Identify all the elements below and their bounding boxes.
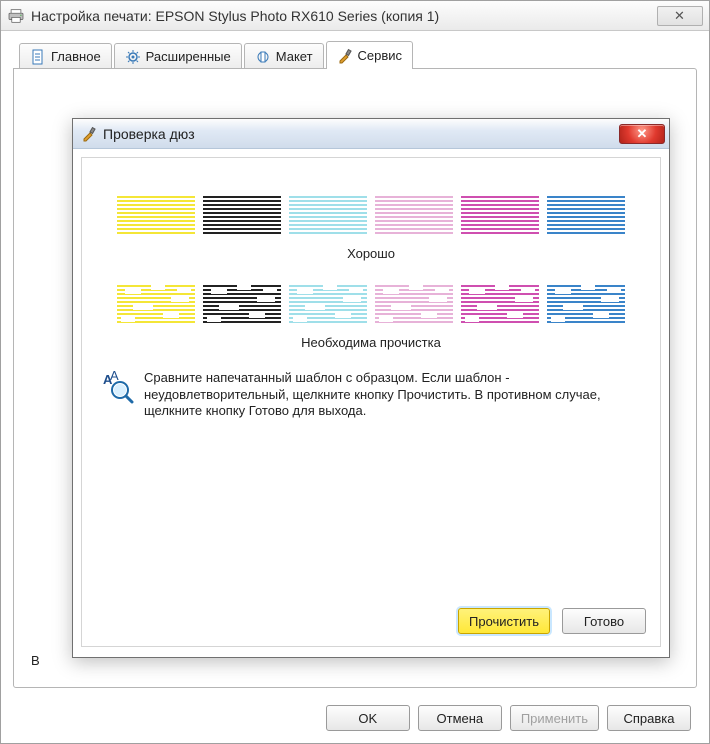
bottom-button-row: OK Отмена Применить Справка (326, 705, 691, 731)
pattern-row-good (96, 194, 646, 236)
nozzle-swatch (375, 194, 453, 236)
info-block: A A Сравните напечатанный шаблон с образ… (100, 370, 642, 420)
nozzle-swatch (117, 194, 195, 236)
close-glyph: ✕ (637, 126, 648, 142)
nozzle-swatch (117, 283, 195, 325)
clean-button[interactable]: Прочистить (458, 608, 550, 634)
svg-text:A: A (110, 370, 119, 383)
inner-dialog-title: Проверка дюз (103, 126, 617, 142)
layout-icon (255, 49, 271, 65)
outer-titlebar[interactable]: Настройка печати: EPSON Stylus Photo RX6… (1, 1, 709, 31)
apply-button: Применить (510, 705, 599, 731)
tab-label: Главное (51, 49, 101, 64)
tab-service[interactable]: Сервис (326, 41, 414, 69)
bad-label: Необходима прочистка (96, 335, 646, 350)
ok-button[interactable]: OK (326, 705, 410, 731)
nozzle-swatch (289, 194, 367, 236)
cancel-button[interactable]: Отмена (418, 705, 502, 731)
outer-window-title: Настройка печати: EPSON Stylus Photo RX6… (31, 8, 657, 24)
tools-icon (81, 126, 97, 142)
magnifier-letter-icon: A A (100, 370, 134, 404)
nozzle-check-dialog: Проверка дюз ✕ Хорошо Необходима прочист… (72, 118, 670, 658)
tab-layout[interactable]: Макет (244, 43, 324, 69)
tab-main[interactable]: Главное (19, 43, 112, 69)
nozzle-swatch (203, 283, 281, 325)
printer-icon (7, 9, 25, 23)
tab-label: Расширенные (146, 49, 231, 64)
pattern-row-bad (96, 283, 646, 325)
action-row: Прочистить Готово (458, 608, 646, 634)
tab-label: Макет (276, 49, 313, 64)
document-icon (30, 49, 46, 65)
good-label: Хорошо (96, 246, 646, 261)
inner-titlebar[interactable]: Проверка дюз ✕ (73, 119, 669, 149)
inner-close-button[interactable]: ✕ (619, 124, 665, 144)
done-button[interactable]: Готово (562, 608, 646, 634)
nozzle-swatch (461, 283, 539, 325)
obscured-text: В (31, 653, 40, 668)
nozzle-swatch (289, 283, 367, 325)
help-button[interactable]: Справка (607, 705, 691, 731)
close-glyph: ✕ (674, 8, 686, 24)
nozzle-swatch (547, 194, 625, 236)
inner-client: Хорошо Необходима прочистка A A Сравните… (81, 157, 661, 647)
tools-icon (337, 48, 353, 64)
nozzle-swatch (375, 283, 453, 325)
tab-advanced[interactable]: Расширенные (114, 43, 242, 69)
instructions-text: Сравните напечатанный шаблон с образцом.… (144, 370, 642, 420)
gear-icon (125, 49, 141, 65)
nozzle-swatch (461, 194, 539, 236)
tab-row: Главное Расширенные Макет Сервис (19, 41, 697, 69)
nozzle-swatch (203, 194, 281, 236)
tab-label: Сервис (358, 48, 403, 63)
outer-close-button[interactable]: ✕ (657, 6, 703, 26)
nozzle-swatch (547, 283, 625, 325)
